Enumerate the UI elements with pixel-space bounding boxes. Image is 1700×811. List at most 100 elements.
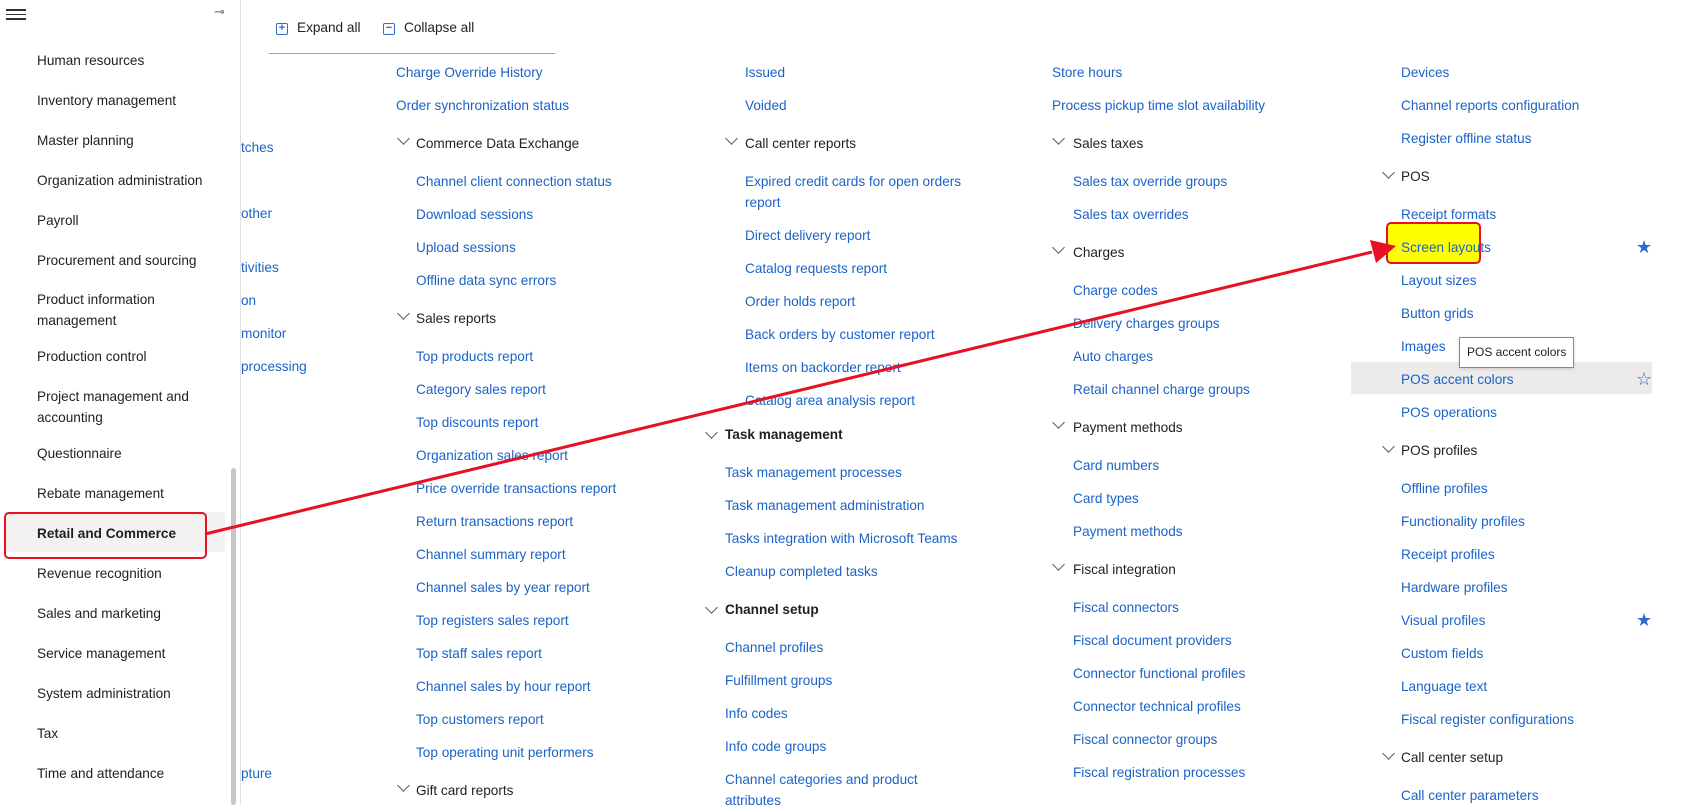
link-partial[interactable]: tivities — [241, 257, 279, 278]
nav-item-project-management-and-accounting[interactable]: Project management and accounting — [37, 386, 212, 428]
link-store-hours[interactable]: Store hours — [1052, 62, 1122, 83]
nav-item-procurement-and-sourcing[interactable]: Procurement and sourcing — [37, 250, 227, 271]
link-top-discounts-report[interactable]: Top discounts report — [416, 412, 538, 433]
nav-item-product-information-management[interactable]: Product information management — [37, 289, 212, 331]
link-button-grids[interactable]: Button grids — [1401, 303, 1474, 324]
link-card-types[interactable]: Card types — [1073, 488, 1139, 509]
link-pos-accent-colors[interactable]: POS accent colors — [1401, 369, 1514, 390]
link-call-center-parameters[interactable]: Call center parameters — [1401, 785, 1539, 806]
link-sales-tax-override-groups[interactable]: Sales tax override groups — [1073, 171, 1227, 192]
chevron-down-icon[interactable] — [1052, 558, 1065, 571]
link-catalog-area-analysis-report[interactable]: Catalog area analysis report — [745, 390, 915, 411]
link-voided[interactable]: Voided — [745, 95, 787, 116]
link-auto-charges[interactable]: Auto charges — [1073, 346, 1153, 367]
link-fiscal-connector-groups[interactable]: Fiscal connector groups — [1073, 729, 1217, 750]
nav-item-organization-administration[interactable]: Organization administration — [37, 170, 227, 191]
link-retail-channel-charge-groups[interactable]: Retail channel charge groups — [1073, 379, 1250, 400]
link-payment-methods[interactable]: Payment methods — [1073, 521, 1183, 542]
nav-item-human-resources[interactable]: Human resources — [37, 50, 227, 71]
link-process-pickup-time-slot[interactable]: Process pickup time slot availability — [1052, 95, 1265, 116]
link-receipt-profiles[interactable]: Receipt profiles — [1401, 544, 1495, 565]
link-devices[interactable]: Devices — [1401, 62, 1449, 83]
link-hardware-profiles[interactable]: Hardware profiles — [1401, 577, 1508, 598]
link-items-on-backorder-report[interactable]: Items on backorder report — [745, 357, 901, 378]
link-tasks-integration-teams[interactable]: Tasks integration with Microsoft Teams — [725, 528, 957, 549]
link-offline-profiles[interactable]: Offline profiles — [1401, 478, 1488, 499]
link-top-operating-unit-performers[interactable]: Top operating unit performers — [416, 742, 594, 763]
link-channel-reports-configuration[interactable]: Channel reports configuration — [1401, 95, 1579, 116]
group-header-task-management[interactable]: Task management — [725, 424, 843, 445]
group-header-pos-profiles[interactable]: POS profiles — [1401, 440, 1477, 461]
group-header-channel-setup[interactable]: Channel setup — [725, 599, 819, 620]
link-partial[interactable]: on — [241, 290, 256, 311]
chevron-down-icon[interactable] — [397, 132, 410, 145]
link-connector-functional-profiles[interactable]: Connector functional profiles — [1073, 663, 1245, 684]
nav-item-sales-and-marketing[interactable]: Sales and marketing — [37, 603, 227, 624]
chevron-down-icon[interactable] — [1052, 241, 1065, 254]
link-cleanup-completed-tasks[interactable]: Cleanup completed tasks — [725, 561, 878, 582]
group-header-sales-taxes[interactable]: Sales taxes — [1073, 133, 1143, 154]
link-register-offline-status[interactable]: Register offline status — [1401, 128, 1531, 149]
nav-item-questionnaire[interactable]: Questionnaire — [37, 443, 227, 464]
nav-item-production-control[interactable]: Production control — [37, 346, 227, 367]
chevron-down-icon[interactable] — [725, 132, 738, 145]
link-fulfillment-groups[interactable]: Fulfillment groups — [725, 670, 832, 691]
link-top-products-report[interactable]: Top products report — [416, 346, 533, 367]
link-task-management-administration[interactable]: Task management administration — [725, 495, 924, 516]
link-catalog-requests-report[interactable]: Catalog requests report — [745, 258, 887, 279]
link-issued[interactable]: Issued — [745, 62, 785, 83]
link-functionality-profiles[interactable]: Functionality profiles — [1401, 511, 1525, 532]
link-organization-sales-report[interactable]: Organization sales report — [416, 445, 568, 466]
link-images[interactable]: Images — [1401, 336, 1446, 357]
link-channel-sales-by-hour-report[interactable]: Channel sales by hour report — [416, 676, 591, 697]
link-pos-operations[interactable]: POS operations — [1401, 402, 1497, 423]
link-order-holds-report[interactable]: Order holds report — [745, 291, 855, 312]
link-connector-technical-profiles[interactable]: Connector technical profiles — [1073, 696, 1241, 717]
chevron-down-icon[interactable] — [1052, 416, 1065, 429]
link-top-customers-report[interactable]: Top customers report — [416, 709, 544, 730]
link-partial[interactable]: tches — [241, 137, 274, 158]
nav-scrollbar-thumb[interactable] — [231, 468, 236, 805]
link-sales-tax-overrides[interactable]: Sales tax overrides — [1073, 204, 1189, 225]
nav-item-time-and-attendance[interactable]: Time and attendance — [37, 763, 227, 784]
link-channel-client-connection-status[interactable]: Channel client connection status — [416, 171, 612, 192]
nav-item-inventory-management[interactable]: Inventory management — [37, 90, 227, 111]
link-visual-profiles[interactable]: Visual profiles — [1401, 610, 1485, 631]
link-screen-layouts[interactable]: Screen layouts — [1401, 237, 1491, 258]
chevron-down-icon[interactable] — [705, 601, 718, 614]
group-header-gift-card-reports[interactable]: Gift card reports — [416, 780, 513, 801]
favorite-star-filled-icon[interactable]: ★ — [1636, 611, 1652, 629]
link-info-codes[interactable]: Info codes — [725, 703, 788, 724]
nav-item-system-administration[interactable]: System administration — [37, 683, 227, 704]
link-top-staff-sales-report[interactable]: Top staff sales report — [416, 643, 542, 664]
chevron-down-icon[interactable] — [1382, 166, 1395, 179]
link-layout-sizes[interactable]: Layout sizes — [1401, 270, 1477, 291]
link-download-sessions[interactable]: Download sessions — [416, 204, 533, 225]
nav-item-revenue-recognition[interactable]: Revenue recognition — [37, 563, 227, 584]
link-top-registers-sales-report[interactable]: Top registers sales report — [416, 610, 569, 631]
chevron-down-icon[interactable] — [1052, 132, 1065, 145]
link-upload-sessions[interactable]: Upload sessions — [416, 237, 516, 258]
group-header-charges[interactable]: Charges — [1073, 242, 1124, 263]
link-partial[interactable]: other — [241, 203, 272, 224]
collapse-all-button[interactable]: Collapse all — [404, 20, 474, 35]
link-partial[interactable]: monitor — [241, 323, 286, 344]
link-charge-codes[interactable]: Charge codes — [1073, 280, 1158, 301]
pin-icon[interactable]: ⊸ — [214, 4, 225, 20]
hamburger-menu-icon[interactable] — [6, 6, 26, 22]
link-channel-summary-report[interactable]: Channel summary report — [416, 544, 566, 565]
link-back-orders-by-customer-report[interactable]: Back orders by customer report — [745, 324, 935, 345]
link-direct-delivery-report[interactable]: Direct delivery report — [745, 225, 870, 246]
chevron-down-icon[interactable] — [397, 779, 410, 792]
link-task-management-processes[interactable]: Task management processes — [725, 462, 902, 483]
group-header-call-center-setup[interactable]: Call center setup — [1401, 747, 1503, 768]
link-card-numbers[interactable]: Card numbers — [1073, 455, 1159, 476]
nav-item-payroll[interactable]: Payroll — [37, 210, 227, 231]
nav-item-tax[interactable]: Tax — [37, 723, 227, 744]
link-category-sales-report[interactable]: Category sales report — [416, 379, 546, 400]
group-header-call-center-reports[interactable]: Call center reports — [745, 133, 856, 154]
link-partial[interactable]: processing — [241, 356, 307, 377]
group-header-pos[interactable]: POS — [1401, 166, 1430, 187]
link-channel-profiles[interactable]: Channel profiles — [725, 637, 823, 658]
link-expired-credit-cards-report[interactable]: Expired credit cards for open orders rep… — [745, 171, 980, 213]
